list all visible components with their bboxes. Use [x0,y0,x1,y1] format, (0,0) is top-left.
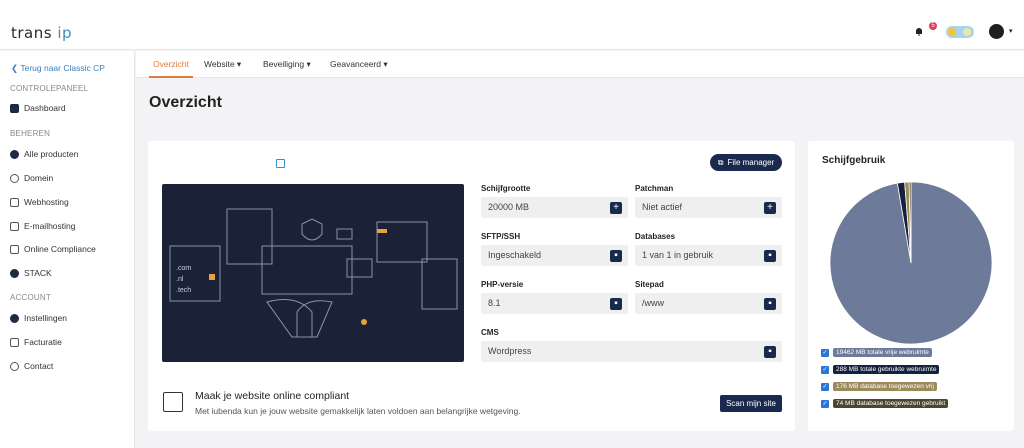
field-value: Ingeschakeld ▪ [481,245,628,266]
sidebar-item-stack[interactable]: STACK [10,268,52,278]
field-label: Databases [635,232,676,241]
invoice-icon [10,337,19,347]
legend-label: 74 MB database toegewezen gebruikt [833,399,949,408]
external-link-icon: ⧉ [717,157,724,167]
top-header: trans ip 5 ▾ [0,0,1024,50]
checkbox-checked-icon[interactable]: ✓ [821,382,829,391]
checkbox-checked-icon[interactable]: ✓ [821,348,829,357]
compliance-icon [10,244,19,254]
theme-toggle[interactable] [946,26,974,38]
section-title: CONTROLEPANEEL [10,84,89,93]
legend-item[interactable]: ✓ 288 MB totale gebruikte webruimte [821,365,940,374]
sidebar-item-alle-producten[interactable]: Alle producten [10,149,78,159]
sidebar-item-e-mailhosting[interactable]: E-mailhosting [10,221,76,231]
lock-icon[interactable]: ▪ [764,298,776,310]
tab-bar: Overzicht Website ▾ Beveiliging ▾ Geavan… [136,51,1024,78]
legend-label: 176 MB database toegewezen vrij [833,382,937,391]
field-value: Niet actief + [635,197,782,218]
hosting-icon [10,197,19,207]
sidebar-item-instellingen[interactable]: Instellingen [10,313,67,323]
chart-title: Schijfgebruik [822,155,886,166]
website-illustration: .com .nl .tech [162,184,464,362]
tab-overzicht[interactable]: Overzicht [149,59,193,78]
scan-site-button[interactable]: Scan mijn site [720,395,782,412]
moon-icon [963,28,971,36]
sidebar: ❮ Terug naar Classic CP CONTROLEPANEEL D… [0,51,135,448]
lock-icon[interactable]: ▪ [764,346,776,358]
field-label: Schijfgrootte [481,184,531,193]
sidebar-item-contact[interactable]: Contact [10,361,53,371]
compliance-subtitle: Met iubenda kun je jouw website gemakkel… [195,406,521,416]
transip-logo[interactable]: trans ip [11,24,72,42]
sun-icon [948,28,956,36]
mail-icon [10,221,19,231]
lock-icon[interactable]: ▪ [764,250,776,262]
box-icon [10,149,19,159]
field-label: Patchman [635,184,674,193]
legend-item[interactable]: ✓ 19462 MB totale vrije webruimte [821,348,932,357]
field-value: /www ▪ [635,293,782,314]
lock-icon[interactable]: ▪ [610,250,622,262]
bell-icon[interactable] [914,26,924,36]
sidebar-item-webhosting[interactable]: Webhosting [10,197,69,207]
section-title: BEHEREN [10,129,51,138]
page-title: Overzicht [149,94,222,111]
sidebar-item-domein[interactable]: Domein [10,173,53,183]
field-value: 20000 MB + [481,197,628,218]
lock-icon[interactable]: ▪ [610,298,622,310]
plus-icon[interactable]: + [610,202,622,214]
tab-website[interactable]: Website ▾ [204,59,241,70]
checklist-icon [163,392,183,412]
svg-text:.com: .com [176,265,191,272]
location-icon [10,173,19,183]
plus-icon[interactable]: + [764,202,776,214]
sidebar-item-dashboard[interactable]: Dashboard [10,103,66,113]
sidebar-item-facturatie[interactable]: Facturatie [10,337,62,347]
headset-icon [10,361,19,371]
svg-text:.tech: .tech [176,287,191,294]
field-label: CMS [481,328,499,337]
field-value: 1 van 1 in gebruik ▪ [635,245,782,266]
chevron-down-icon[interactable]: ▾ [1009,27,1013,35]
tab-beveiliging[interactable]: Beveiliging ▾ [263,59,311,70]
checkbox-checked-icon[interactable]: ✓ [821,365,829,374]
legend-item[interactable]: ✓ 74 MB database toegewezen gebruikt [821,399,949,408]
field-label: PHP-versie [481,280,524,289]
legend-label: 19462 MB totale vrije webruimte [833,348,932,357]
legend-label: 288 MB totale gebruikte webruimte [833,365,940,374]
disk-usage-pie [829,181,993,345]
dashboard-icon [10,103,19,113]
gear-icon [10,313,19,323]
svg-text:.nl: .nl [176,276,184,283]
compliance-title: Maak je website online compliant [195,390,350,402]
field-value: 8.1 ▪ [481,293,628,314]
sidebar-item-online-compliance[interactable]: Online Compliance [10,244,96,254]
legend-item[interactable]: ✓ 176 MB database toegewezen vrij [821,382,937,391]
checkbox-checked-icon[interactable]: ✓ [821,399,829,408]
field-label: SFTP/SSH [481,232,521,241]
file-manager-button[interactable]: ⧉ File manager [710,154,782,171]
field-value: Wordpress ▪ [481,341,782,362]
external-link-icon[interactable] [276,159,285,168]
field-label: Sitepad [635,280,664,289]
user-avatar[interactable] [989,24,1004,39]
back-to-classic-link[interactable]: ❮ Terug naar Classic CP [11,63,105,74]
section-title: ACCOUNT [10,293,51,302]
notification-badge: 5 [929,22,937,30]
tab-geavanceerd[interactable]: Geavanceerd ▾ [330,59,388,70]
stack-icon [10,268,19,278]
